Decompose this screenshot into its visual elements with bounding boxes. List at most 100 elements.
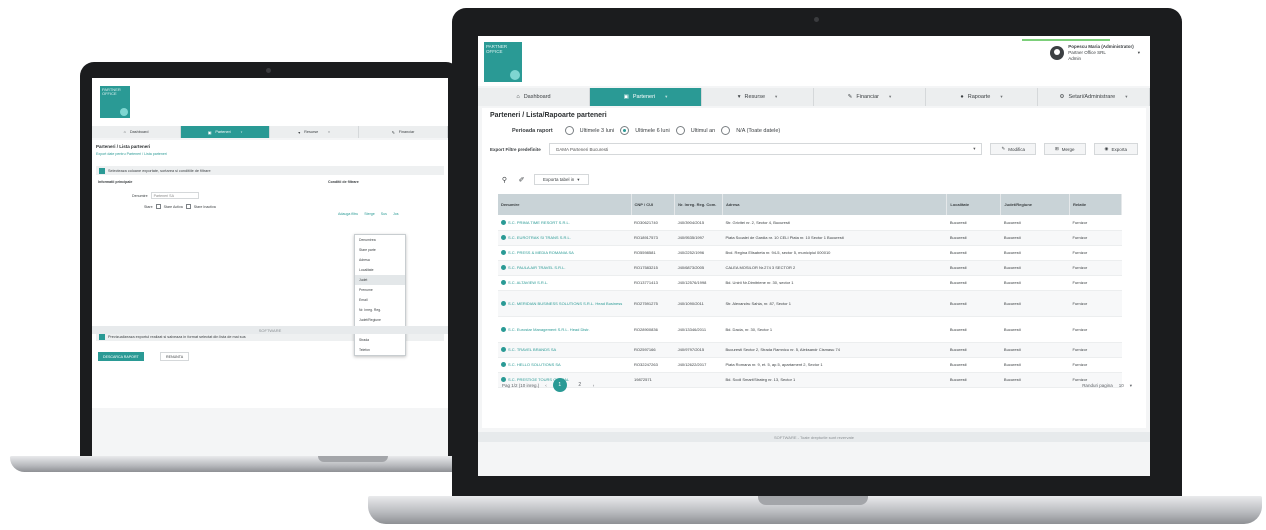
table-row[interactable]: S.C. PAULA AIR TRAVEL S.R.L. RO17583215 J4… bbox=[498, 260, 1122, 276]
chevron-down-icon: ▾ bbox=[889, 94, 892, 99]
per-page-select[interactable]: 10 bbox=[1119, 383, 1124, 389]
partner-status-icon bbox=[501, 300, 506, 306]
button-label: Exporta bbox=[1111, 146, 1127, 152]
table-row[interactable]: S.C. PRIMA TIME RESORT S.R.L. RO30621740 J… bbox=[498, 215, 1122, 231]
add-filter-link[interactable]: Adauga filtru bbox=[338, 212, 358, 216]
dropdown-option[interactable]: Localitate bbox=[355, 265, 405, 275]
col-header-relatie[interactable]: Relatie bbox=[1069, 194, 1122, 215]
dropdown-option[interactable]: Denumirea bbox=[355, 235, 405, 245]
dropdown-option[interactable]: Prenume bbox=[355, 285, 405, 295]
table-row[interactable]: S.C. EUROTRAK SI TRANS S.R.L. RO18917573 J… bbox=[498, 230, 1122, 246]
col-header-cui[interactable]: CNP / CUI bbox=[631, 194, 676, 215]
table-row[interactable]: S.C. ALTAVIEW S.R.L. RO13771413 J40/12576/… bbox=[498, 275, 1122, 291]
users-icon: ▣ bbox=[623, 94, 629, 100]
dropdown-option[interactable]: Telefon bbox=[355, 345, 405, 355]
button-label: Merge bbox=[1061, 146, 1075, 152]
small-subtitle[interactable]: Export date pentru Parteneri / Lista par… bbox=[96, 152, 167, 156]
small-nav-resurse[interactable]: ▾ Resurse ▾ bbox=[270, 126, 359, 138]
big-footer: SOFTWARE - Toate drepturile sunt rezerva… bbox=[478, 432, 1150, 442]
cell-addr: Str. Alexandru Sahia, nr. 87, Sector 1 bbox=[722, 290, 947, 317]
next-page-icon[interactable]: › bbox=[593, 383, 595, 388]
chevron-down-icon: ▾ bbox=[775, 94, 778, 99]
cell-jud: Bucuresti bbox=[1000, 372, 1070, 388]
nav-setari[interactable]: ⚙ Setari/Administrare ▾ bbox=[1038, 88, 1150, 106]
table-header-row: Denumire CNP / CUI Nr. Inreg. Reg. Com. … bbox=[498, 194, 1122, 215]
table-row[interactable]: S.C. Eurostar Management S.R.L. Head Dis… bbox=[498, 316, 1122, 343]
col-header-denumire[interactable]: Denumire bbox=[498, 194, 632, 215]
filter-row: Export Filtre predefinite GAMA Parteneri… bbox=[490, 142, 1138, 156]
cell-rel: Furnizor bbox=[1069, 290, 1122, 317]
small-section-columns[interactable]: Selecteaza coloane exportate, sortarea s… bbox=[96, 166, 444, 175]
partner-link[interactable]: S.C. PAULA AIR TRAVEL S.R.L. bbox=[501, 265, 628, 270]
partner-link[interactable]: S.C. PRIMA TIME RESORT S.R.L. bbox=[501, 219, 628, 225]
partner-link[interactable]: S.C. Eurostar Management S.R.L. Head Dis… bbox=[501, 326, 628, 332]
column-dropdown[interactable]: Denumirea Stare parte Adresa Localitate … bbox=[354, 234, 406, 356]
radio-6-months[interactable] bbox=[620, 126, 630, 135]
radio-label: Ultimul an bbox=[690, 127, 716, 134]
col-header-adresa[interactable]: Adresa bbox=[722, 194, 948, 215]
partner-link[interactable]: S.C. HELLO SOLUTIONS SA bbox=[501, 362, 628, 367]
partner-link[interactable]: S.C. TRAVEL BRANDS SA bbox=[501, 347, 628, 352]
big-logo[interactable]: PARTNER OFFICE bbox=[484, 42, 522, 82]
nav-resurse[interactable]: ▾ Resurse ▾ bbox=[702, 88, 814, 106]
partner-link[interactable]: S.C. EUROTRAK SI TRANS S.R.L. bbox=[501, 235, 628, 240]
chevron-down-icon: ▾ bbox=[1000, 94, 1003, 99]
dropdown-option[interactable]: Email bbox=[355, 295, 405, 305]
small-field-denumire: Denumire Parteneri SA bbox=[132, 192, 199, 199]
denumire-input[interactable]: Parteneri SA bbox=[150, 192, 199, 199]
edit-icon[interactable]: ✐ bbox=[517, 175, 526, 184]
small-nav-dashboard[interactable]: ⌂ Dashboard bbox=[92, 126, 181, 138]
big-header: PARTNER OFFICE Popescu Maria (Administra… bbox=[478, 36, 1150, 86]
page-2-button[interactable]: 2 bbox=[573, 378, 587, 392]
cell-addr: Bd. Scoli Smart/Strateg nr. 13, Sector 1 bbox=[722, 372, 947, 388]
stare-inactiva-checkbox[interactable] bbox=[185, 204, 191, 209]
partner-link[interactable]: S.C. MERIDIAN BUSINESS SOLUTIONS S.R.L. … bbox=[501, 300, 628, 306]
partner-link[interactable]: S.C. ALTAVIEW S.R.L. bbox=[501, 280, 628, 285]
cell-reg: J40/1090/2011 bbox=[674, 290, 723, 317]
nav-financiar[interactable]: ✎ Financiar ▾ bbox=[814, 88, 926, 106]
radio-3-months[interactable] bbox=[564, 126, 574, 135]
link-icon[interactable]: ⚲ bbox=[500, 175, 509, 184]
stare-activa-checkbox[interactable] bbox=[155, 204, 161, 209]
table-row[interactable]: S.C. TRAVEL BRANDS SA RO2597166 J40/9797/2… bbox=[498, 342, 1122, 358]
table-row[interactable]: S.C. HELLO SOLUTIONS SA RO32247263 J40/126… bbox=[498, 357, 1122, 373]
modify-button[interactable]: ✎ Modifica bbox=[990, 143, 1036, 155]
filter-select[interactable]: GAMA Parteneri Bucuresti ▾ bbox=[548, 143, 983, 155]
col-header-reg[interactable]: Nr. Inreg. Reg. Com. bbox=[674, 194, 723, 215]
dropdown-option[interactable]: Nr. Inreg. Reg. bbox=[355, 305, 405, 315]
move-down-link[interactable]: Jos bbox=[393, 212, 399, 216]
dropdown-option[interactable]: Stare parte bbox=[355, 245, 405, 255]
col-header-judet[interactable]: Judet/Regiune bbox=[1000, 194, 1070, 215]
radio-all-data[interactable] bbox=[721, 126, 731, 135]
nav-dashboard[interactable]: ⌂ Dashboard bbox=[478, 88, 590, 106]
table-row[interactable]: S.C. MERIDIAN BUSINESS SOLUTIONS S.R.L. … bbox=[498, 290, 1122, 317]
dropdown-option[interactable]: Judet/Regiune bbox=[355, 315, 405, 325]
dropdown-option[interactable]: Judet bbox=[355, 275, 405, 285]
dropdown-option[interactable]: Strada bbox=[355, 335, 405, 345]
radio-last-year[interactable] bbox=[675, 126, 685, 135]
merge-icon: ⊞ bbox=[1055, 146, 1059, 151]
page-1-button[interactable]: 1 bbox=[552, 378, 567, 392]
nav-rapoarte[interactable]: ● Rapoarte ▾ bbox=[926, 88, 1038, 106]
user-menu[interactable]: Popescu Maria (Administrator) Partner Of… bbox=[1050, 44, 1140, 61]
move-up-link[interactable]: Sus bbox=[381, 212, 387, 216]
cell-cui: RO30621740 bbox=[631, 215, 675, 231]
partner-link[interactable]: S.C. PRESS & MEDIA ROMANIA SA bbox=[501, 250, 628, 255]
small-nav-financiar[interactable]: ✎ Financiar bbox=[359, 126, 448, 138]
cancel-button[interactable]: RENUNTA bbox=[160, 352, 190, 361]
nav-parteneri[interactable]: ▣ Parteneri ▾ bbox=[590, 88, 702, 106]
delete-filter-link[interactable]: Sterge bbox=[364, 212, 375, 216]
small-nav-parteneri[interactable]: ▣ Parteneri ▾ bbox=[181, 126, 270, 138]
dropdown-option[interactable]: Adresa bbox=[355, 255, 405, 265]
table-row[interactable]: S.C. PRESS & MEDIA ROMANIA SA RO5598581 J4… bbox=[498, 245, 1122, 261]
export-format-select[interactable]: Exporta tabel in ▾ bbox=[534, 174, 589, 185]
nav-label: Financiar bbox=[398, 130, 415, 134]
pencil-icon: ✎ bbox=[1001, 146, 1006, 151]
prev-page-icon[interactable]: ‹ bbox=[545, 383, 547, 388]
small-logo[interactable]: PARTNER OFFICE bbox=[100, 86, 130, 118]
col-header-localitate[interactable]: Localitate bbox=[946, 194, 1002, 215]
merge-button[interactable]: ⊞ Merge bbox=[1044, 143, 1086, 155]
cell-cui: RO28900836 bbox=[631, 316, 675, 343]
export-button[interactable]: ◉ Exporta bbox=[1093, 143, 1138, 155]
download-report-button[interactable]: DESCARCA RAPORT bbox=[98, 352, 144, 361]
